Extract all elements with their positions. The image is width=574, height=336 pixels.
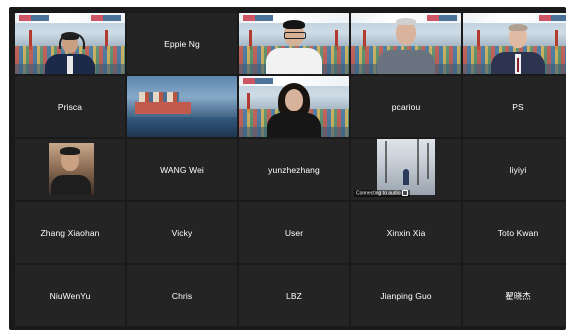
participant-tile-video[interactable] bbox=[15, 139, 125, 200]
participant-name: pcariou bbox=[391, 101, 421, 112]
video-feed bbox=[127, 76, 237, 137]
participant-figure bbox=[266, 18, 322, 74]
participant-name: Zhang Xiaohan bbox=[40, 227, 100, 238]
participant-tile[interactable]: liyiyi bbox=[463, 139, 566, 200]
participant-tile-video[interactable]: Connecting to audio bbox=[351, 139, 461, 200]
video-feed: Connecting to audio bbox=[351, 139, 461, 200]
connecting-audio-status: Connecting to audio bbox=[354, 189, 411, 197]
participant-name: NiuWenYu bbox=[49, 290, 91, 301]
participant-name: LBZ bbox=[286, 290, 302, 301]
participant-figure bbox=[45, 28, 95, 74]
participant-tile[interactable]: Toto Kwan bbox=[463, 202, 566, 263]
participant-name: Xinxin Xia bbox=[386, 227, 426, 238]
participant-figure bbox=[377, 18, 435, 74]
video-feed bbox=[351, 13, 461, 74]
ship-image bbox=[127, 76, 237, 137]
participant-tile[interactable]: Xinxin Xia bbox=[351, 202, 461, 263]
participant-name: Toto Kwan bbox=[497, 227, 539, 238]
video-feed bbox=[463, 13, 566, 74]
participant-name: Chris bbox=[171, 290, 193, 301]
participant-tile[interactable]: Zhang Xiaohan bbox=[15, 202, 125, 263]
participant-name: yunzhezhang bbox=[268, 164, 320, 175]
glasses-icon bbox=[284, 32, 306, 39]
participant-tile-video[interactable] bbox=[239, 13, 349, 74]
video-feed bbox=[15, 139, 125, 200]
participant-name: PS bbox=[512, 101, 524, 112]
headphones-icon bbox=[59, 33, 85, 49]
participant-tile[interactable]: yunzhezhang bbox=[239, 139, 349, 200]
participant-name: 翟晓杰 bbox=[505, 290, 531, 301]
participant-name: Eppie Ng bbox=[164, 38, 200, 49]
video-feed bbox=[239, 76, 349, 137]
participant-tile[interactable]: User bbox=[239, 202, 349, 263]
participant-tile[interactable]: PS bbox=[463, 76, 566, 137]
participant-name: WANG Wei bbox=[160, 164, 204, 175]
participant-tile[interactable]: pcariou bbox=[351, 76, 461, 137]
participant-tile-video[interactable] bbox=[127, 76, 237, 137]
participant-tile-video-speaker[interactable] bbox=[15, 13, 125, 74]
participant-name: liyiyi bbox=[509, 164, 527, 175]
participant-figure bbox=[491, 22, 545, 74]
participant-tile[interactable]: LBZ bbox=[239, 265, 349, 326]
participant-name: User bbox=[284, 227, 304, 238]
participant-tile[interactable]: Eppie Ng bbox=[127, 13, 237, 74]
participant-tile[interactable]: Jianping Guo bbox=[351, 265, 461, 326]
participant-figure bbox=[267, 83, 321, 137]
participant-name: Prisca bbox=[57, 101, 83, 112]
participant-tile[interactable]: Chris bbox=[127, 265, 237, 326]
meeting-gallery-window: Eppie Ng Prisca pcariou PS WANG Wei yunz… bbox=[9, 7, 566, 330]
participant-name: Jianping Guo bbox=[380, 290, 432, 301]
participant-gallery: Eppie Ng Prisca pcariou PS WANG Wei yunz… bbox=[15, 13, 566, 326]
audio-icon bbox=[402, 189, 409, 196]
snow-scene-video bbox=[377, 139, 435, 195]
video-feed bbox=[239, 13, 349, 74]
participant-tile[interactable]: Prisca bbox=[15, 76, 125, 137]
participant-tile[interactable]: WANG Wei bbox=[127, 139, 237, 200]
participant-tile[interactable]: Vicky bbox=[127, 202, 237, 263]
participant-tile-video[interactable] bbox=[463, 13, 566, 74]
participant-tile-video[interactable] bbox=[239, 76, 349, 137]
video-feed bbox=[15, 13, 125, 74]
participant-name: Vicky bbox=[171, 227, 193, 238]
participant-tile-video[interactable] bbox=[351, 13, 461, 74]
participant-tile[interactable]: 翟晓杰 bbox=[463, 265, 566, 326]
participant-tile[interactable]: NiuWenYu bbox=[15, 265, 125, 326]
